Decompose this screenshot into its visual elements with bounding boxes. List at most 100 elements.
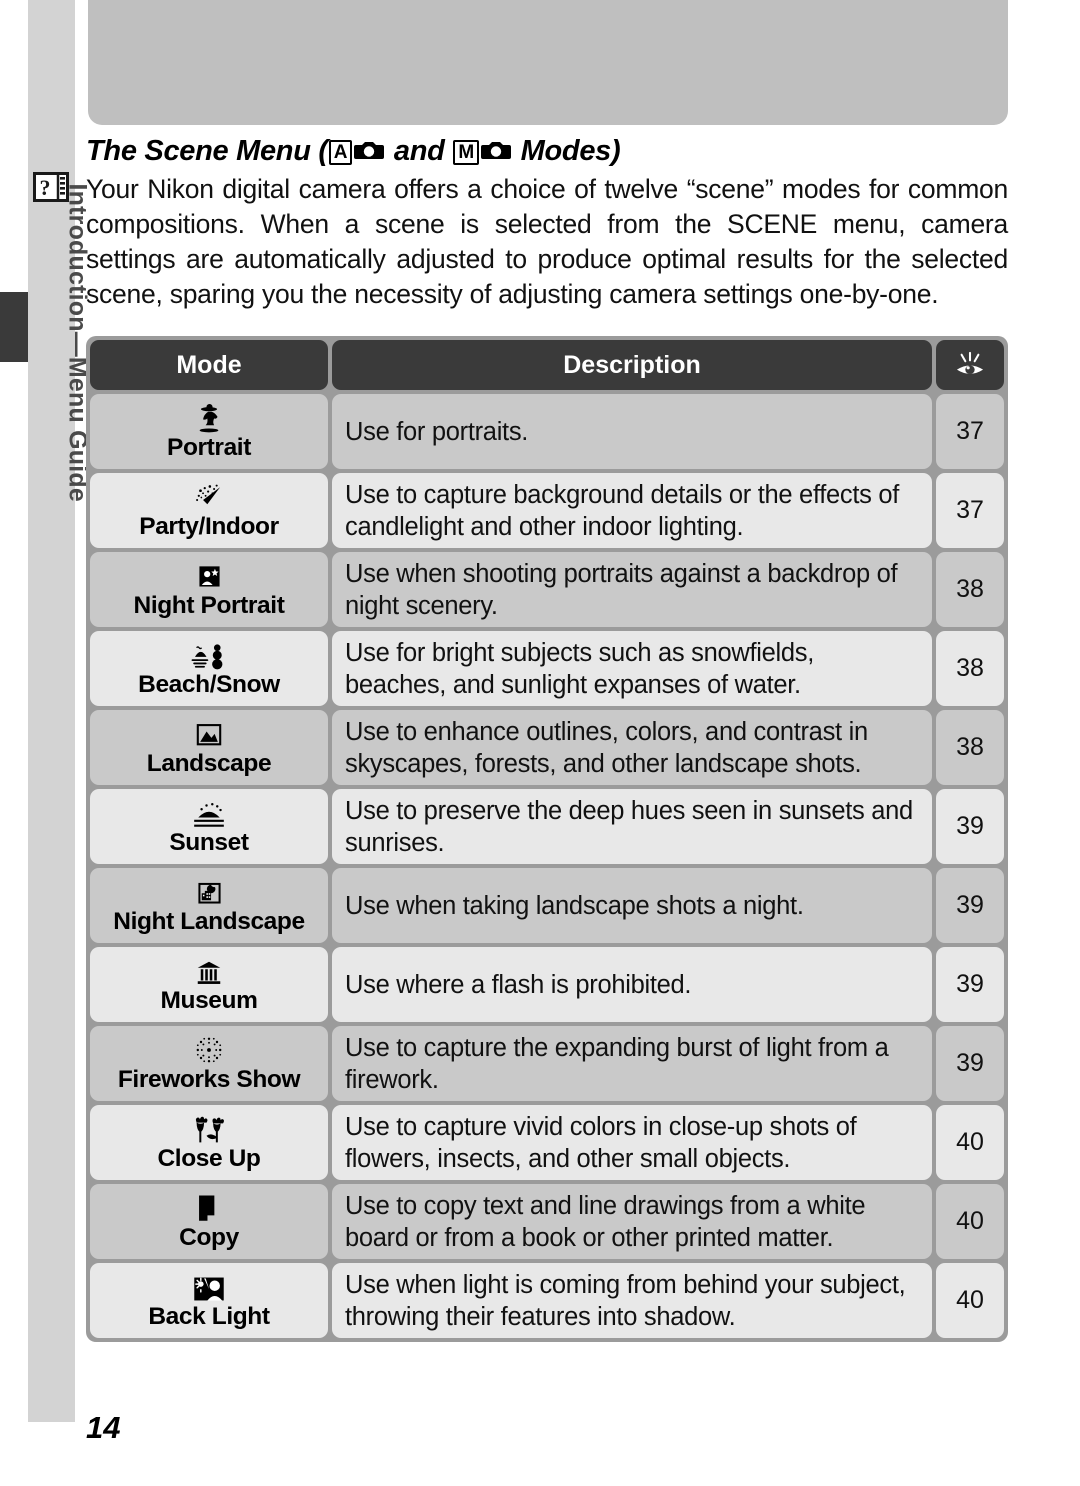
table-row: Copy Use to copy text and line drawings f… (90, 1184, 1004, 1259)
table-row: Back Light Use when light is coming from … (90, 1263, 1004, 1338)
table-row: Fireworks Show Use to capture the expandi… (90, 1026, 1004, 1101)
table-row: Sunset Use to preserve the deep hues seen… (90, 789, 1004, 864)
mode-label: Night Landscape (113, 908, 305, 935)
mode-cell: Fireworks Show (90, 1026, 328, 1101)
description-cell: Use to capture vivid colors in close-up … (332, 1105, 932, 1180)
mode-cell: Night Portrait (90, 552, 328, 627)
table-row: Party/Indoor Use to capture background de… (90, 473, 1004, 548)
night-portrait-icon (194, 558, 225, 592)
page-reference-cell[interactable]: 40 (936, 1105, 1004, 1180)
mode-label: Party/Indoor (139, 513, 279, 540)
description-cell: Use when light is coming from behind you… (332, 1263, 932, 1338)
page-reference-cell[interactable]: 39 (936, 789, 1004, 864)
mode-label: Portrait (167, 434, 251, 461)
mode-label: Copy (179, 1224, 239, 1251)
description-cell: Use to enhance outlines, colors, and con… (332, 710, 932, 785)
mode-cell: Party/Indoor (90, 473, 328, 548)
page-reference-number: 38 (956, 654, 984, 682)
description-text: Use when taking landscape shots a night. (345, 891, 804, 920)
description-cell: Use to preserve the deep hues seen in su… (332, 789, 932, 864)
museum-icon (194, 953, 224, 987)
camera-icon (354, 135, 385, 168)
eye-reference-icon (936, 340, 1004, 390)
page-reference-cell[interactable]: 40 (936, 1263, 1004, 1338)
mode-cell: Close Up (90, 1105, 328, 1180)
description-text: Use to preserve the deep hues seen in su… (345, 796, 913, 857)
mode-label: Museum (160, 987, 258, 1014)
mode-cell: Copy (90, 1184, 328, 1259)
page-reference-cell[interactable]: 39 (936, 1026, 1004, 1101)
page-reference-cell[interactable]: 37 (936, 394, 1004, 469)
page-content: The Scene Menu (A and M Modes) Your Niko… (86, 135, 1008, 312)
mode-label: Beach/Snow (138, 671, 280, 698)
table-row: Night Portrait Use when shooting portrait… (90, 552, 1004, 627)
page-reference-number: 38 (956, 575, 984, 603)
mode-cell: Landscape (90, 710, 328, 785)
mode-label: Back Light (148, 1303, 270, 1330)
page-reference-cell[interactable]: 39 (936, 947, 1004, 1022)
mode-a-badge: A (328, 140, 353, 165)
description-text: Use when light is coming from behind you… (345, 1270, 906, 1331)
description-text: Use for portraits. (345, 417, 529, 446)
camera-icon (480, 135, 511, 168)
description-text: Use where a flash is prohibited. (345, 970, 692, 999)
page-reference-number: 40 (956, 1128, 984, 1156)
description-cell: Use to capture background details or the… (332, 473, 932, 548)
page-reference-number: 39 (956, 891, 984, 919)
page-title-text-after: Modes) (512, 135, 621, 167)
description-cell: Use for portraits. (332, 394, 932, 469)
beach-snow-icon (190, 637, 228, 671)
landscape-icon (193, 716, 225, 750)
scene-modes-table: Mode Description Portrait Use for portrai… (86, 336, 1008, 1342)
table-row: Landscape Use to enhance outlines, colors… (90, 710, 1004, 785)
mode-cell: Museum (90, 947, 328, 1022)
page-reference-number: 39 (956, 970, 984, 998)
page-reference-cell[interactable]: 38 (936, 552, 1004, 627)
close-up-icon (190, 1111, 228, 1145)
mode-label: Close Up (157, 1145, 261, 1172)
description-text: Use to capture vivid colors in close-up … (345, 1112, 857, 1173)
page-reference-cell[interactable]: 37 (936, 473, 1004, 548)
table-body: Portrait Use for portraits. 37 Party/Indoor… (90, 394, 1004, 1338)
page-reference-number: 37 (956, 417, 984, 445)
page-reference-cell[interactable]: 38 (936, 710, 1004, 785)
page-reference-cell[interactable]: 40 (936, 1184, 1004, 1259)
mode-label: Landscape (146, 750, 272, 777)
description-text: Use when shooting portraits against a ba… (345, 559, 898, 620)
page-reference-cell[interactable]: 38 (936, 631, 1004, 706)
mode-label: Night Portrait (133, 592, 285, 619)
table-row: Close Up Use to capture vivid colors in c… (90, 1105, 1004, 1180)
party-popper-icon (192, 479, 226, 513)
page-reference-number: 40 (956, 1286, 984, 1314)
mode-label: Sunset (169, 829, 249, 856)
page-reference-number: 39 (956, 812, 984, 840)
page-reference-number: 39 (956, 1049, 984, 1077)
night-landscape-icon (194, 874, 225, 908)
sunset-icon (190, 795, 228, 829)
mode-cell: Night Landscape (90, 868, 328, 943)
mode-cell: Beach/Snow (90, 631, 328, 706)
description-text: Use to capture the expanding burst of li… (345, 1033, 889, 1094)
mode-cell: Sunset (90, 789, 328, 864)
back-light-icon (191, 1269, 227, 1303)
page-title-text-before: The Scene Menu ( (86, 135, 328, 167)
description-cell: Use to copy text and line drawings from … (332, 1184, 932, 1259)
page-reference-cell[interactable]: 39 (936, 868, 1004, 943)
mode-label: Fireworks Show (117, 1066, 301, 1093)
table-row: Portrait Use for portraits. 37 (90, 394, 1004, 469)
svg-text:?: ? (40, 175, 51, 200)
description-text: Use for bright subjects such as snowfiel… (345, 638, 814, 699)
page-number: 14 (86, 1410, 121, 1445)
mode-cell: Portrait (90, 394, 328, 469)
page-title-text-and: and (386, 135, 453, 167)
table-row: Museum Use where a flash is prohibited. 39 (90, 947, 1004, 1022)
table-row: Beach/Snow Use for bright subjects such a… (90, 631, 1004, 706)
mode-m-badge: M (453, 140, 479, 165)
page-title: The Scene Menu (A and M Modes) (86, 135, 1008, 168)
header-mode: Mode (90, 340, 328, 390)
page-reference-number: 40 (956, 1207, 984, 1235)
top-decorative-band (88, 0, 1008, 125)
page-reference-number: 37 (956, 496, 984, 524)
description-cell: Use for bright subjects such as snowfiel… (332, 631, 932, 706)
copy-icon (196, 1190, 222, 1224)
